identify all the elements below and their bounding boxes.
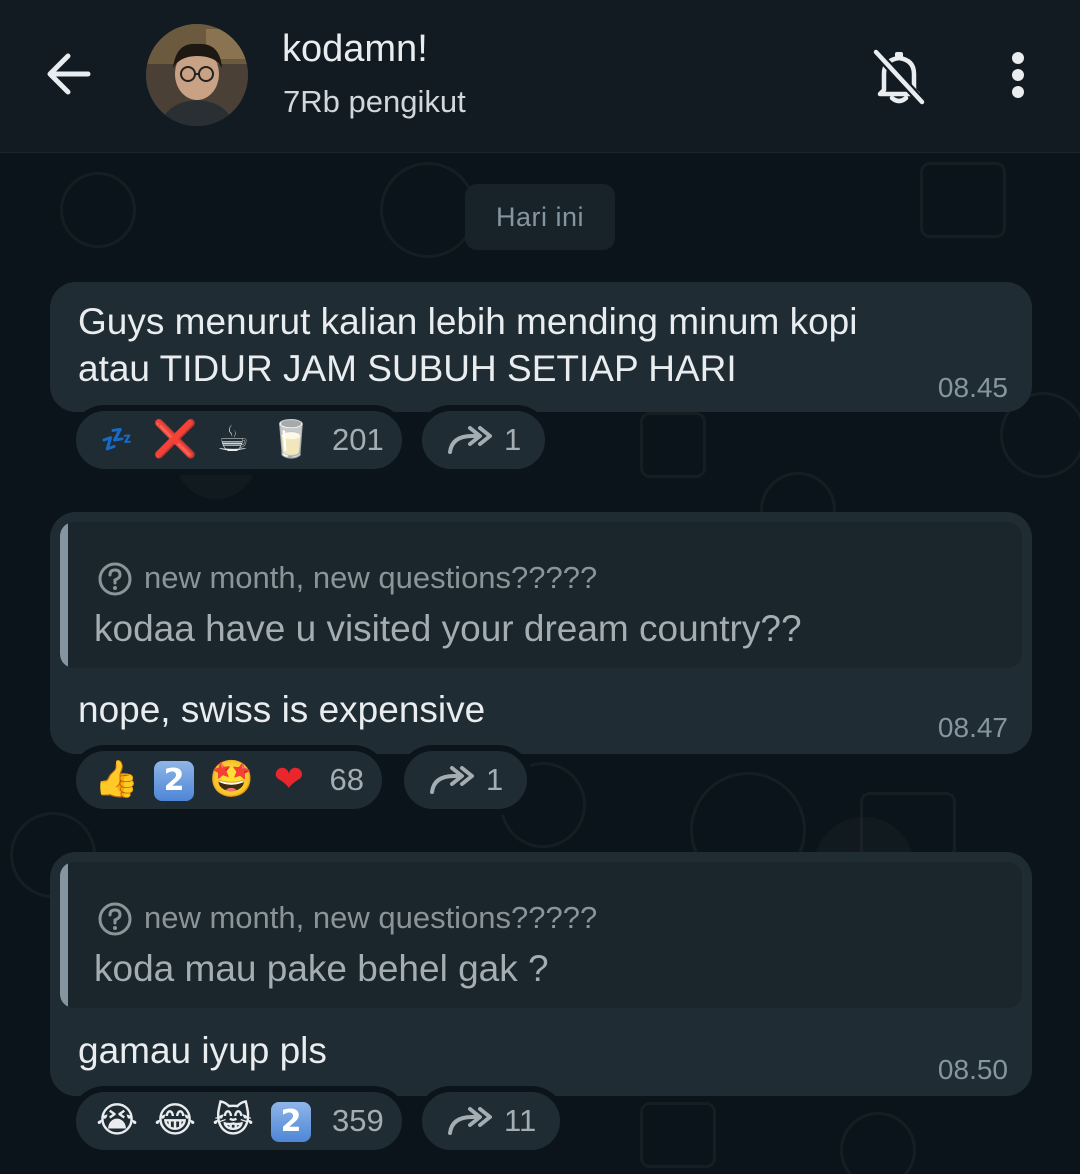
quoted-question[interactable]: new month, new questions????? koda mau p… <box>60 862 1022 1008</box>
forward-icon <box>430 766 474 794</box>
quote-header: new month, new questions????? <box>144 900 598 935</box>
message-text: nope, swiss is expensive <box>78 689 486 730</box>
quote-accent-bar <box>60 862 68 1008</box>
message-text: gamau iyup pls <box>78 1030 327 1071</box>
wallpaper-doodle <box>60 172 136 248</box>
quote-body: kodaa have u visited your dream country?… <box>94 608 802 649</box>
reaction-count: 68 <box>329 762 364 797</box>
wallpaper-doodle <box>920 162 1006 238</box>
quoted-question[interactable]: new month, new questions????? kodaa have… <box>60 522 1022 668</box>
message-bubble[interactable]: Guys menurut kalian lebih mending minum … <box>50 282 1032 412</box>
question-circle-icon <box>98 562 132 596</box>
back-arrow-icon[interactable] <box>40 44 100 104</box>
channel-header: kodamn! 7Rb pengikut <box>0 0 1080 153</box>
reaction-emoji: 👍 <box>94 759 140 800</box>
message-bubble[interactable]: new month, new questions????? koda mau p… <box>50 852 1032 1096</box>
message-time: 08.45 <box>937 372 1008 403</box>
reaction-emoji: 2 <box>145 745 202 815</box>
question-circle-icon <box>98 902 132 936</box>
reaction-emoji: ❌ <box>152 419 198 460</box>
quote-body: koda mau pake behel gak ? <box>94 948 549 989</box>
reaction-emoji: 🤩 <box>209 759 254 800</box>
reactions-pill[interactable]: 💤 ❌ ☕ 🥛 201 <box>70 405 408 475</box>
follower-count: 7Rb pengikut <box>283 84 466 119</box>
quote-header: new month, new questions????? <box>144 560 598 595</box>
keycap-two: 2 <box>271 1102 311 1142</box>
reaction-emoji: 🥛 <box>268 419 314 460</box>
wallpaper-doodle <box>640 1102 716 1168</box>
kebab-menu-icon[interactable] <box>990 44 1046 110</box>
message-text-line: atau TIDUR JAM SUBUH SETIAP HARI <box>78 348 737 389</box>
forward-pill[interactable]: 1 <box>416 405 552 475</box>
reaction-emoji: 💤 <box>100 425 134 455</box>
message-text-line: Guys menurut kalian lebih mending minum … <box>78 301 858 342</box>
channel-avatar[interactable] <box>146 24 248 126</box>
forward-count: 11 <box>504 1103 537 1138</box>
quote-accent-bar <box>60 522 68 668</box>
wallpaper-doodle <box>640 412 706 478</box>
channel-name[interactable]: kodamn! <box>282 28 428 71</box>
reaction-emoji: 2 <box>262 1086 320 1156</box>
message-time: 08.50 <box>937 1054 1008 1085</box>
reaction-emoji: 😭 <box>95 1100 139 1141</box>
bell-off-icon[interactable] <box>866 44 932 110</box>
reaction-emoji: 😹 <box>211 1100 255 1141</box>
forward-count: 1 <box>504 422 522 457</box>
reaction-count: 201 <box>332 422 384 457</box>
forward-icon <box>448 426 492 454</box>
wallpaper-doodle <box>860 792 956 858</box>
reaction-count: 359 <box>332 1103 384 1138</box>
reaction-emoji: ☕ <box>216 419 250 460</box>
forward-pill[interactable]: 11 <box>416 1086 567 1156</box>
date-divider: Hari ini <box>465 184 615 250</box>
reactions-pill[interactable]: 👍 2 🤩 ❤ 68 <box>70 745 388 815</box>
wallpaper-doodle <box>380 162 476 258</box>
wallpaper-doodle <box>840 1112 916 1174</box>
reaction-emoji: ❤ <box>273 759 304 800</box>
forward-count: 1 <box>486 762 504 797</box>
reaction-emoji: 😂 <box>153 1100 197 1141</box>
reactions-pill[interactable]: 😭 😂 😹 2 359 <box>70 1086 408 1156</box>
message-time: 08.47 <box>937 712 1008 743</box>
forward-icon <box>448 1107 492 1135</box>
message-bubble[interactable]: new month, new questions????? kodaa have… <box>50 512 1032 754</box>
keycap-two: 2 <box>154 761 195 801</box>
forward-pill[interactable]: 1 <box>398 745 534 815</box>
avatar-image <box>146 24 248 126</box>
